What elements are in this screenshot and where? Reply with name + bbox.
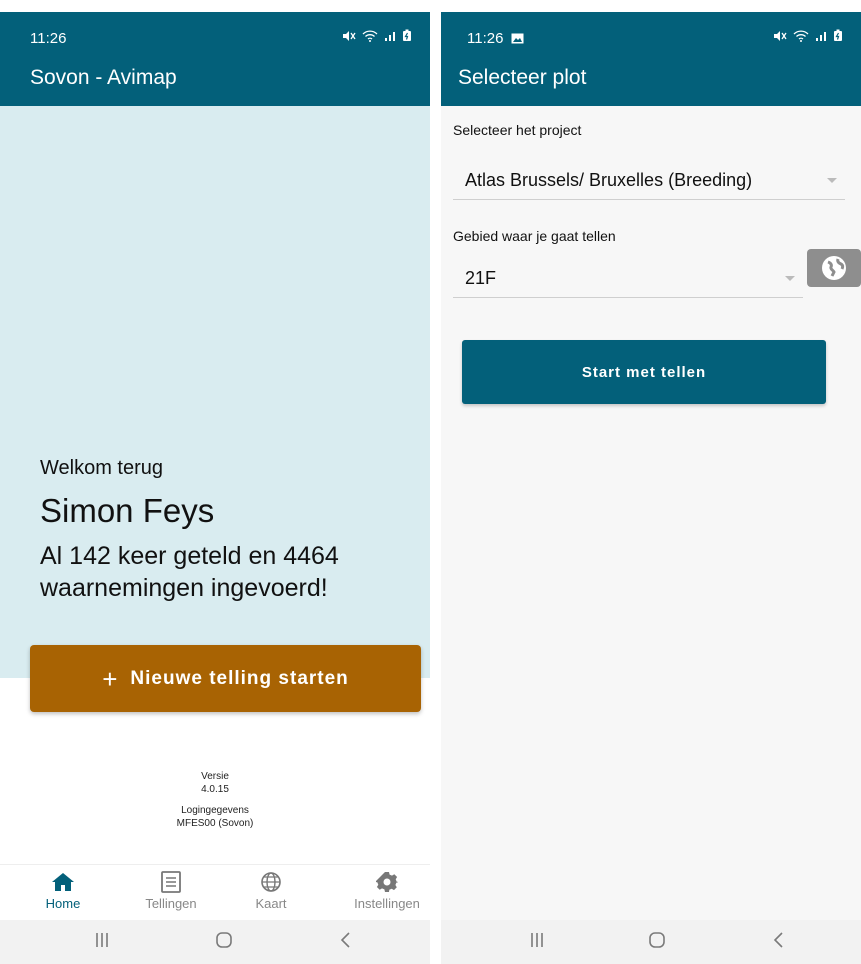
- back-icon[interactable]: [336, 930, 356, 950]
- home-icon: [52, 873, 74, 891]
- new-count-button[interactable]: + Nieuwe telling starten: [30, 645, 421, 712]
- mute-icon: [774, 30, 787, 41]
- welcome-panel: Welkom terug Simon Feys Al 142 keer gete…: [0, 106, 430, 678]
- signal-icon: [385, 31, 395, 41]
- bottom-nav: Home Tellingen Kaart Instellingen: [0, 864, 430, 920]
- wifi-icon: [793, 29, 809, 42]
- nav-instellingen-label: Instellingen: [354, 896, 420, 911]
- recents-icon[interactable]: [527, 930, 547, 950]
- home-screen: 11:26 Sovon - Avimap Welkom terug Simon …: [0, 0, 430, 964]
- signal-icon: [816, 31, 826, 41]
- back-icon[interactable]: [769, 930, 789, 950]
- login-value: MFES00 (Sovon): [176, 818, 254, 829]
- system-nav-bar: [0, 920, 430, 964]
- area-label: Gebied waar je gaat tellen: [453, 228, 616, 244]
- wifi-icon: [362, 29, 378, 42]
- area-select-value: 21F: [465, 268, 497, 288]
- app-bar: 11:26 Sovon - Avimap: [0, 12, 430, 106]
- new-count-button-label: Nieuwe telling starten: [130, 667, 349, 689]
- status-time: 11:26: [467, 30, 524, 47]
- start-count-button[interactable]: Start met tellen: [462, 340, 826, 404]
- status-icons: [342, 29, 412, 42]
- caret-down-icon: [785, 276, 795, 281]
- project-label: Selecteer het project: [453, 122, 582, 138]
- project-select[interactable]: Atlas Brussels/ Bruxelles (Breeding): [453, 160, 845, 200]
- gallery-icon: [511, 33, 524, 44]
- nav-kaart[interactable]: Kaart: [226, 871, 316, 911]
- project-select-value: Atlas Brussels/ Bruxelles (Breeding): [465, 170, 753, 190]
- nav-tellingen-label: Tellingen: [145, 896, 197, 911]
- status-icons: [773, 29, 843, 42]
- page-title: Selecteer plot: [458, 66, 587, 89]
- gear-icon: [376, 872, 398, 892]
- status-time: 11:26: [30, 30, 67, 47]
- area-select[interactable]: 21F: [453, 258, 803, 298]
- plus-icon: +: [102, 663, 119, 694]
- home-nav-icon[interactable]: [647, 930, 667, 950]
- user-stats: Al 142 keer geteld en 4464 waarnemingen …: [40, 542, 339, 602]
- version-value: 4.0.15: [201, 784, 229, 795]
- select-plot-screen: 11:26 Selecteer plot Selecteer het proje…: [441, 0, 861, 964]
- recents-icon[interactable]: [92, 930, 112, 950]
- nav-instellingen[interactable]: Instellingen: [342, 871, 430, 911]
- globe-icon: [822, 256, 846, 280]
- map-picker-button[interactable]: [807, 249, 861, 287]
- start-count-button-label: Start met tellen: [581, 363, 707, 381]
- nav-kaart-label: Kaart: [255, 896, 287, 911]
- caret-down-icon: [827, 178, 837, 183]
- home-nav-icon[interactable]: [214, 930, 234, 950]
- battery-icon: [403, 29, 411, 41]
- nav-home[interactable]: Home: [18, 871, 108, 911]
- app-title: Sovon - Avimap: [30, 66, 177, 89]
- version-label: Versie: [201, 771, 229, 782]
- login-label: Logingegevens: [181, 805, 249, 816]
- system-nav-bar: [441, 920, 861, 964]
- nav-home-label: Home: [45, 896, 81, 911]
- user-name: Simon Feys: [40, 492, 215, 529]
- globe-icon: [261, 872, 281, 892]
- app-bar: 11:26 Selecteer plot: [441, 12, 861, 106]
- version-info: Versie 4.0.15 Logingegevens MFES00 (Sovo…: [0, 770, 430, 830]
- list-icon: [161, 871, 181, 893]
- mute-icon: [343, 30, 356, 41]
- nav-tellingen[interactable]: Tellingen: [126, 871, 216, 911]
- welcome-greeting: Welkom terug: [40, 457, 164, 479]
- status-time-text: 11:26: [467, 30, 504, 47]
- battery-icon: [834, 29, 842, 41]
